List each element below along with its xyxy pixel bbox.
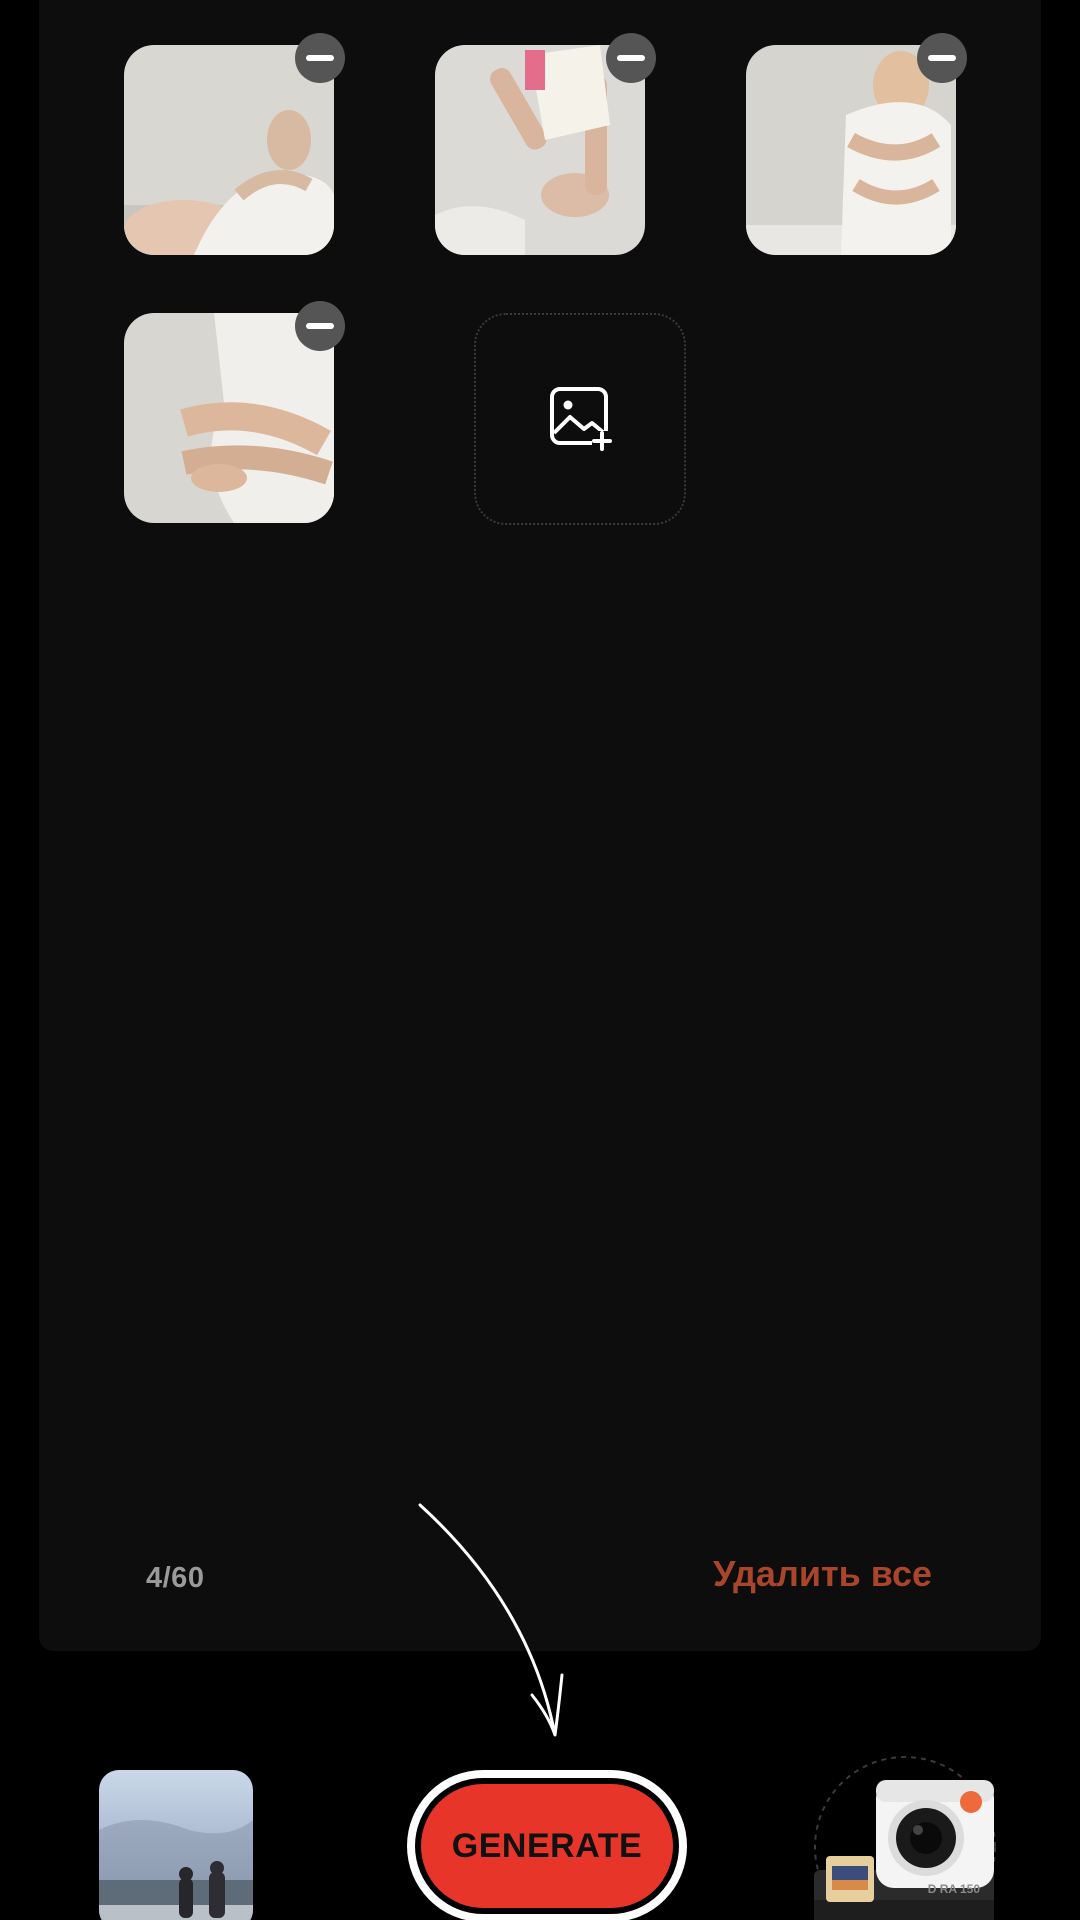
hint-arrow-icon — [418, 1503, 564, 1737]
minus-icon — [617, 55, 645, 61]
remove-photo-1-button[interactable] — [295, 33, 345, 83]
delete-all-button[interactable]: Удалить все — [713, 1553, 932, 1595]
remove-photo-2-button[interactable] — [606, 33, 656, 83]
remove-photo-3-button[interactable] — [917, 33, 967, 83]
generate-button-ring: GENERATE — [415, 1778, 679, 1914]
image-add-icon — [550, 387, 612, 451]
camera-model-label: D RA 150 — [928, 1882, 981, 1896]
generate-button[interactable]: GENERATE — [407, 1770, 687, 1920]
photo-panel: 4/60 Удалить все — [39, 0, 1041, 1651]
minus-icon — [306, 55, 334, 61]
minus-icon — [928, 55, 956, 61]
minus-icon — [306, 323, 334, 329]
gallery-preview-image — [99, 1770, 253, 1920]
generate-button-core: GENERATE — [421, 1784, 673, 1908]
gallery-preview-button[interactable] — [99, 1770, 253, 1920]
photo-counter: 4/60 — [146, 1562, 205, 1594]
camera-button[interactable]: D RA 150 — [810, 1752, 1000, 1920]
projector-camera-icon: D RA 150 — [814, 1756, 996, 1920]
generate-label: GENERATE — [451, 1826, 643, 1865]
remove-photo-4-button[interactable] — [295, 301, 345, 351]
add-photo-button[interactable] — [474, 313, 686, 525]
screen: 4/60 Удалить все GENERATE D RA 150 — [0, 0, 1080, 1920]
